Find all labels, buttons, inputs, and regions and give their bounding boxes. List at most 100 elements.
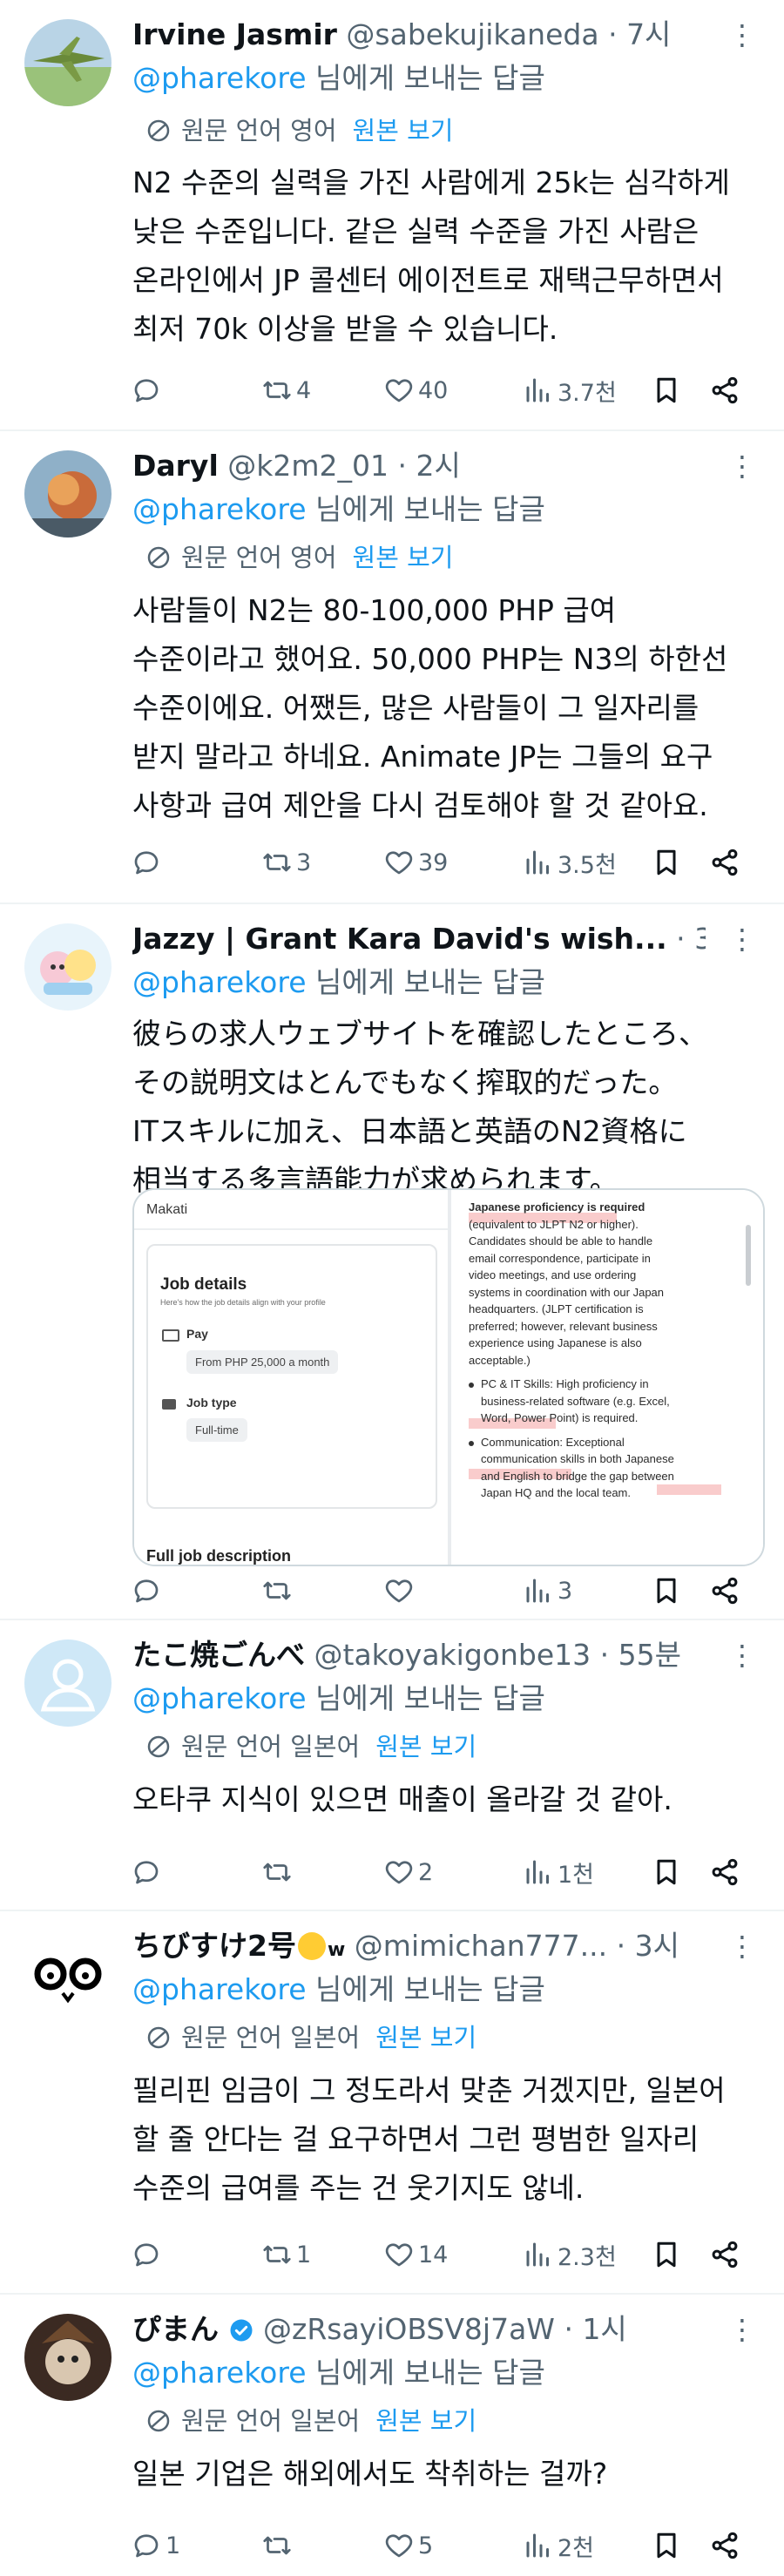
tweet[interactable]: ぴまん @zRsayiOBSV8j7aW · 1시 ⋮ @pharekore 님…: [0, 2295, 784, 2576]
job-details-subtitle: Here's how the job details align with yo…: [160, 1298, 326, 1307]
share-button[interactable]: [709, 369, 740, 411]
views-button[interactable]: 3.5천: [523, 842, 617, 883]
bar-chart-icon: [526, 2242, 549, 2267]
show-original-link[interactable]: 원본 보기: [375, 2023, 476, 2052]
repost-button[interactable]: 4: [261, 369, 311, 411]
like-button[interactable]: 39: [383, 842, 448, 883]
reply-button[interactable]: 1: [131, 2525, 180, 2566]
like-button[interactable]: 2: [383, 1851, 433, 1893]
avatar[interactable]: [24, 1930, 112, 2018]
display-name[interactable]: ちびすけ2号: [132, 1929, 296, 1963]
source-language: 영어: [290, 116, 337, 145]
share-icon: [712, 1577, 738, 1605]
repost-button[interactable]: 3: [261, 842, 311, 883]
like-button[interactable]: 40: [383, 369, 448, 411]
timestamp[interactable]: 3분: [694, 922, 706, 956]
speech-bubble-icon: [134, 2534, 159, 2558]
avatar[interactable]: [24, 923, 112, 1011]
repost-button[interactable]: 1: [261, 2234, 311, 2275]
avatar[interactable]: [24, 1640, 112, 1727]
display-name[interactable]: Daryl: [132, 449, 219, 483]
display-name[interactable]: Irvine Jasmir: [132, 17, 337, 51]
bookmark-icon: [657, 1859, 676, 1885]
bookmark-button[interactable]: [651, 1851, 682, 1893]
more-dots-icon[interactable]: ⋮: [728, 1636, 756, 1674]
tweet[interactable]: Daryl @k2m2_01 · 2시 ⋮ @pharekore 님에게 보내는…: [0, 431, 784, 904]
timestamp[interactable]: 55분: [618, 1638, 681, 1672]
attached-image[interactable]: Makati Job details Here's how the job de…: [132, 1188, 765, 1566]
share-button[interactable]: [709, 1570, 740, 1612]
like-button[interactable]: [383, 1570, 418, 1612]
avatar[interactable]: [24, 450, 112, 538]
display-name[interactable]: Jazzy | Grant Kara David's wish...: [132, 922, 667, 956]
more-dots-icon[interactable]: ⋮: [728, 2310, 756, 2349]
repost-button[interactable]: [261, 2525, 296, 2566]
display-name[interactable]: たこ焼ごんべ: [132, 1638, 305, 1672]
handle[interactable]: @sabekujikaneda: [346, 17, 598, 51]
reply-button[interactable]: [131, 1570, 166, 1612]
tweet-text: 彼らの求人ウェブサイトを確認したところ、 その説明文はとんでもなく搾取的だった。…: [132, 1017, 707, 1197]
handle[interactable]: @zRsayiOBSV8j7aW: [263, 2312, 555, 2346]
show-original-link[interactable]: 원본 보기: [375, 1732, 476, 1761]
bookmark-button[interactable]: [651, 2234, 682, 2275]
timestamp[interactable]: 7시: [626, 17, 671, 51]
show-original-link[interactable]: 원본 보기: [353, 116, 454, 145]
speech-bubble-icon: [134, 379, 159, 402]
more-dots-icon[interactable]: ⋮: [728, 16, 756, 54]
more-dots-icon[interactable]: ⋮: [728, 920, 756, 958]
views-button[interactable]: 2천: [523, 2525, 594, 2566]
reply-button[interactable]: [131, 2234, 166, 2275]
replying-suffix: 님에게 보내는 답글: [306, 1681, 545, 1715]
scrollbar-thumb[interactable]: [746, 1225, 751, 1286]
mention-link[interactable]: @pharekore: [132, 2356, 307, 2390]
like-button[interactable]: 5: [383, 2525, 433, 2566]
mention-link[interactable]: @pharekore: [132, 492, 307, 526]
more-dots-icon[interactable]: ⋮: [728, 1927, 756, 1965]
views-button[interactable]: 2.3천: [523, 2234, 617, 2275]
share-button[interactable]: [709, 1851, 740, 1893]
views-button[interactable]: 3.7천: [523, 369, 617, 411]
show-original-link[interactable]: 원본 보기: [375, 2406, 476, 2436]
heart-icon: [385, 2243, 413, 2267]
pay-label: Pay: [186, 1327, 208, 1341]
mention-link[interactable]: @pharekore: [132, 965, 307, 999]
translate-icon: [147, 2410, 170, 2432]
timestamp[interactable]: 2시: [416, 449, 461, 483]
repost-button[interactable]: [261, 1851, 296, 1893]
mention-link[interactable]: @pharekore: [132, 61, 307, 95]
bookmark-button[interactable]: [651, 1570, 682, 1612]
views-button[interactable]: 1천: [523, 1851, 594, 1893]
reply-button[interactable]: [131, 369, 166, 411]
like-count: 40: [418, 376, 449, 404]
timestamp[interactable]: 3시: [635, 1929, 679, 1963]
share-button[interactable]: [709, 2525, 740, 2566]
mention-link[interactable]: @pharekore: [132, 1681, 307, 1715]
share-button[interactable]: [709, 842, 740, 883]
show-original-link[interactable]: 원본 보기: [353, 543, 454, 572]
handle[interactable]: @mimichan777...: [355, 1929, 607, 1963]
tweet[interactable]: Jazzy | Grant Kara David's wish... · 3분 …: [0, 904, 784, 1620]
like-button[interactable]: 14: [383, 2234, 448, 2275]
timestamp[interactable]: 1시: [582, 2312, 626, 2346]
bookmark-button[interactable]: [651, 842, 682, 883]
display-name[interactable]: ぴまん: [132, 2312, 219, 2346]
job-type-chip: Full-time: [186, 1418, 247, 1442]
tweet[interactable]: ちびすけ2号 w @mimichan777... · 3시 ⋮ @pharekor…: [0, 1911, 784, 2295]
views-button[interactable]: 3: [523, 1570, 572, 1612]
reply-button[interactable]: [131, 842, 166, 883]
bookmark-button[interactable]: [651, 2525, 682, 2566]
more-dots-icon[interactable]: ⋮: [728, 447, 756, 485]
handle[interactable]: @takoyakigonbe13: [314, 1638, 591, 1672]
bookmark-button[interactable]: [651, 369, 682, 411]
highlight-mark: [657, 1484, 721, 1495]
avatar[interactable]: [24, 2314, 112, 2401]
mention-link[interactable]: @pharekore: [132, 1972, 307, 2006]
repost-button[interactable]: [261, 1570, 296, 1612]
reply-button[interactable]: [131, 1851, 166, 1893]
translate-icon: [147, 546, 170, 569]
share-button[interactable]: [709, 2234, 740, 2275]
tweet[interactable]: たこ焼ごんべ @takoyakigonbe13 · 55분 ⋮ @phareko…: [0, 1620, 784, 1911]
handle[interactable]: @k2m2_01: [227, 449, 389, 483]
tweet[interactable]: Irvine Jasmir @sabekujikaneda · 7시 ⋮ @ph…: [0, 0, 784, 431]
avatar[interactable]: [24, 19, 112, 106]
